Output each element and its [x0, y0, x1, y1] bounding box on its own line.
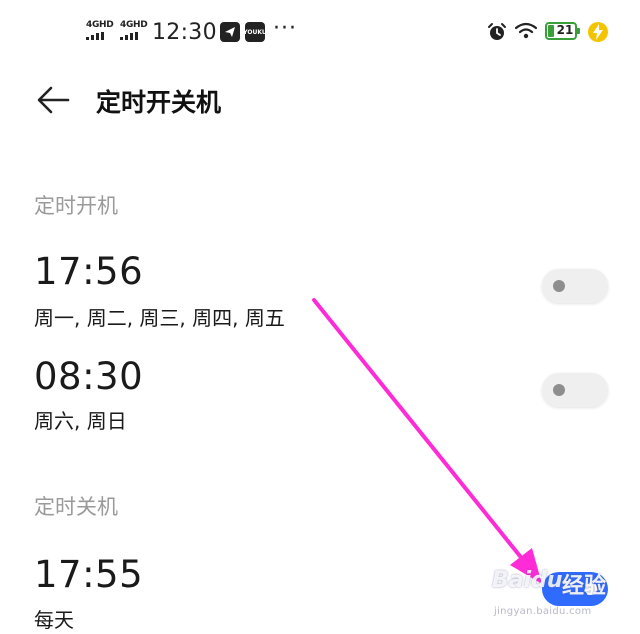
- battery-icon: 21: [545, 22, 581, 42]
- telegram-notification-icon: [220, 22, 240, 42]
- schedule-time: 17:55: [34, 553, 144, 596]
- signal-icon-sim1: 4GHD: [86, 20, 114, 42]
- status-bar: 4GHD 4GHD 12:30 YOUKU ··· 21: [0, 0, 640, 66]
- power-on-schedule-item[interactable]: 08:30 周六, 周日: [0, 355, 640, 440]
- schedule-days: 周六, 周日: [34, 409, 127, 433]
- power-on-schedule-item[interactable]: 17:56 周一, 周二, 周三, 周四, 周五: [0, 250, 640, 335]
- status-time: 12:30: [152, 20, 217, 45]
- signal-label-sim1: 4GHD: [86, 20, 114, 30]
- back-arrow-icon: [37, 86, 70, 114]
- schedule-days: 周一, 周二, 周三, 周四, 周五: [34, 306, 285, 330]
- youku-notification-icon: YOUKU: [243, 22, 267, 42]
- section-title-power-off: 定时关机: [34, 495, 118, 519]
- signal-label-sim2: 4GHD: [120, 20, 148, 30]
- charging-icon: [588, 22, 608, 42]
- power-on-toggle-switch[interactable]: [542, 269, 608, 303]
- baidu-jingyan-watermark: Baidu 经验 jingyan.baidu.com: [492, 566, 632, 634]
- wifi-icon: [515, 22, 537, 39]
- schedule-time: 08:30: [34, 355, 144, 398]
- schedule-time: 17:56: [34, 250, 144, 293]
- signal-icon-sim2: 4GHD: [120, 20, 148, 42]
- watermark-brand: Baidu: [492, 568, 563, 593]
- watermark-url: jingyan.baidu.com: [494, 606, 592, 617]
- section-title-power-on: 定时开机: [34, 194, 118, 218]
- battery-level: 21: [556, 23, 574, 37]
- watermark-service: 经验: [562, 574, 607, 599]
- schedule-days: 每天: [34, 608, 74, 632]
- page-title: 定时开关机: [96, 88, 222, 117]
- more-notifications-icon: ···: [273, 16, 297, 41]
- alarm-clock-icon: [488, 23, 506, 40]
- power-on-toggle-switch[interactable]: [542, 373, 608, 407]
- back-button[interactable]: [34, 80, 74, 120]
